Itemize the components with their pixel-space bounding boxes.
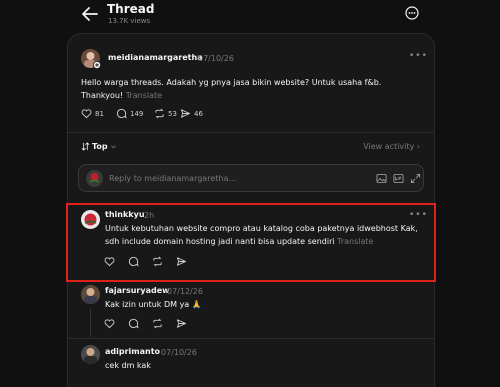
highlight-box bbox=[66, 203, 436, 282]
reply-input-box[interactable]: Reply to meidianamargaretha... bbox=[78, 164, 424, 192]
repost-button[interactable]: 53 bbox=[154, 108, 177, 119]
heart-icon bbox=[81, 109, 92, 119]
comment-icon bbox=[128, 318, 139, 329]
image-icon[interactable] bbox=[376, 173, 387, 184]
sort-dropdown[interactable]: Top bbox=[81, 142, 117, 151]
view-count: 13.7K views bbox=[108, 17, 151, 25]
post-username[interactable]: meidianamargaretha bbox=[108, 53, 203, 62]
repost-icon bbox=[155, 108, 164, 119]
follow-badge-icon[interactable] bbox=[93, 61, 101, 69]
send-icon bbox=[176, 319, 187, 328]
view-activity-link[interactable]: View activity › bbox=[363, 142, 420, 151]
avatar[interactable] bbox=[81, 345, 100, 364]
send-icon bbox=[180, 109, 191, 118]
divider bbox=[68, 338, 434, 339]
gif-icon[interactable] bbox=[393, 173, 404, 184]
post-date: 07/10/26 bbox=[198, 54, 234, 63]
share-button[interactable]: 46 bbox=[180, 108, 203, 119]
post-more-icon[interactable]: ••• bbox=[409, 51, 428, 61]
thread-page: Thread 13.7K views meidianamargaretha 07… bbox=[0, 0, 500, 387]
chevron-right-icon: › bbox=[416, 142, 420, 151]
divider bbox=[68, 132, 434, 133]
expand-icon[interactable] bbox=[410, 173, 421, 184]
avatar[interactable] bbox=[81, 285, 100, 304]
repost-button[interactable] bbox=[152, 318, 163, 329]
repost-icon bbox=[153, 318, 162, 329]
sort-icon bbox=[81, 142, 90, 151]
page-title: Thread bbox=[107, 2, 155, 16]
comment-icon bbox=[116, 108, 127, 119]
reply-text: Kak izin untuk DM ya 🙏 bbox=[105, 300, 202, 309]
reply-text: cek dm kak bbox=[105, 361, 151, 370]
heart-icon bbox=[104, 319, 115, 329]
reply-time: 07/12/26 bbox=[167, 287, 203, 296]
comment-button[interactable]: 149 bbox=[116, 108, 143, 119]
more-options-icon[interactable] bbox=[405, 6, 419, 20]
share-button[interactable] bbox=[176, 318, 187, 329]
like-button[interactable]: 81 bbox=[81, 108, 104, 119]
reply-username[interactable]: fajarsuryadew bbox=[105, 286, 170, 295]
reply-placeholder[interactable]: Reply to meidianamargaretha... bbox=[109, 174, 236, 183]
reply-time: 07/10/26 bbox=[161, 348, 197, 357]
thread-line bbox=[90, 308, 91, 337]
back-arrow-icon[interactable] bbox=[80, 5, 100, 23]
like-button[interactable] bbox=[104, 318, 115, 329]
comment-button[interactable] bbox=[128, 318, 139, 329]
chevron-down-icon bbox=[110, 145, 116, 149]
translate-link[interactable]: Translate bbox=[126, 91, 162, 100]
post-text: Hello warga threads. Adakah yg pnya jasa… bbox=[81, 78, 382, 100]
reply-username[interactable]: adiprimanto bbox=[105, 347, 160, 356]
reply-avatar bbox=[86, 170, 103, 187]
